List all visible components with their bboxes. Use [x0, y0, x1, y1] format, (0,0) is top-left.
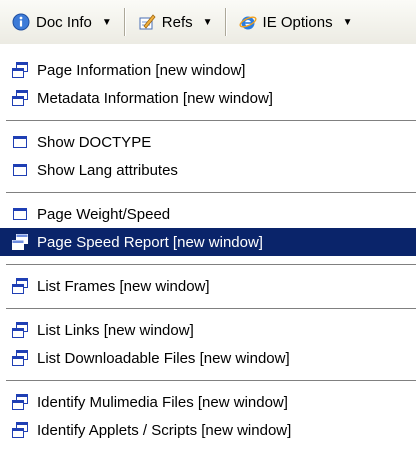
refs-label: Refs — [161, 13, 193, 31]
menu-item-label: Metadata Information [new window] — [37, 89, 273, 107]
ie-icon — [238, 16, 257, 30]
menu-item-label: List Downloadable Files [new window] — [37, 349, 290, 367]
doc-info-button[interactable]: Doc Info ▼ — [8, 6, 116, 38]
toolbar-separator — [123, 8, 126, 36]
menu-separator — [6, 264, 416, 266]
menu-item-label: Show Lang attributes — [37, 161, 178, 179]
ie-options-button[interactable]: IE Options ▼ — [235, 6, 357, 38]
menu-item-identify-multimedia-files[interactable]: Identify Mulimedia Files [new window] — [0, 388, 416, 416]
menu-item-list-links[interactable]: List Links [new window] — [0, 316, 416, 344]
menu-item-label: Page Information [new window] — [37, 61, 246, 79]
new-window-icon — [12, 350, 28, 366]
chevron-down-icon[interactable]: ▼ — [343, 17, 353, 28]
toolbar: Doc Info ▼ Refs ▼ IE Options ▼ — [0, 0, 416, 44]
new-window-icon — [12, 322, 28, 338]
menu-item-label: Show DOCTYPE — [37, 133, 152, 151]
refs-button[interactable]: Refs ▼ — [134, 6, 217, 38]
chevron-down-icon[interactable]: ▼ — [203, 17, 213, 28]
menu-separator — [6, 380, 416, 382]
menu-item-label: Identify Mulimedia Files [new window] — [37, 393, 288, 411]
menu-item-page-information[interactable]: Page Information [new window] — [0, 56, 416, 84]
chevron-down-icon[interactable]: ▼ — [102, 17, 112, 28]
new-window-icon — [12, 234, 28, 250]
ie-options-label: IE Options — [262, 13, 333, 31]
window-icon — [13, 164, 27, 176]
menu-separator — [6, 120, 416, 122]
menu-separator — [6, 192, 416, 194]
window-icon — [13, 208, 27, 220]
new-window-icon — [12, 422, 28, 438]
menu-item-show-lang-attributes[interactable]: Show Lang attributes — [0, 156, 416, 184]
doc-info-menu: Page Information [new window] Metadata I… — [0, 44, 416, 456]
menu-item-label: List Links [new window] — [37, 321, 194, 339]
doc-info-icon — [12, 13, 30, 31]
menu-item-page-speed-report[interactable]: Page Speed Report [new window] — [0, 228, 416, 256]
menu-item-label: Page Speed Report [new window] — [37, 233, 263, 251]
menu-item-show-doctype[interactable]: Show DOCTYPE — [0, 128, 416, 156]
new-window-icon — [12, 394, 28, 410]
menu-separator — [6, 308, 416, 310]
menu-item-page-weight-speed[interactable]: Page Weight/Speed — [0, 200, 416, 228]
menu-item-list-frames[interactable]: List Frames [new window] — [0, 272, 416, 300]
window-icon — [13, 136, 27, 148]
new-window-icon — [12, 278, 28, 294]
new-window-icon — [12, 62, 28, 78]
menu-item-label: Page Weight/Speed — [37, 205, 171, 223]
menu-item-list-downloadable-files[interactable]: List Downloadable Files [new window] — [0, 344, 416, 372]
menu-item-label: List Frames [new window] — [37, 277, 210, 295]
new-window-icon — [12, 90, 28, 106]
toolbar-separator — [224, 8, 227, 36]
menu-item-metadata-information[interactable]: Metadata Information [new window] — [0, 84, 416, 112]
menu-item-identify-applets-scripts[interactable]: Identify Applets / Scripts [new window] — [0, 416, 416, 444]
doc-info-label: Doc Info — [36, 13, 92, 31]
menu-item-label: Identify Applets / Scripts [new window] — [37, 421, 292, 439]
refs-icon — [139, 14, 156, 30]
